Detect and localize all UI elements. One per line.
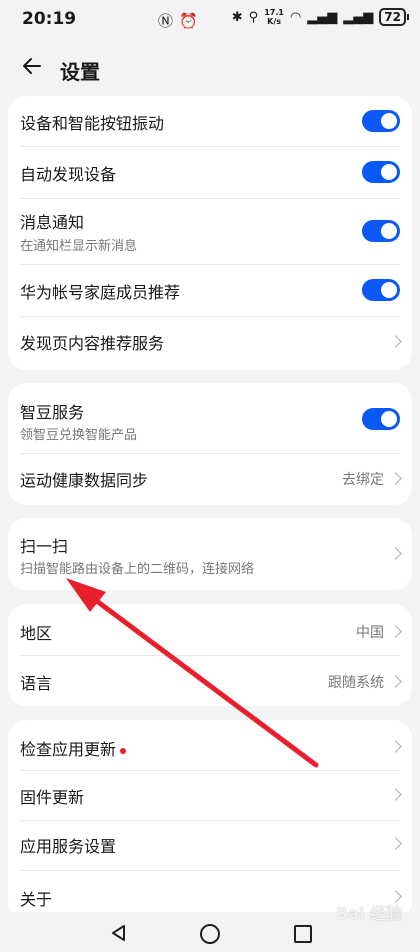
nav-back-icon[interactable] (110, 924, 128, 942)
annotation-arrow (66, 578, 319, 768)
nav-recent-icon[interactable] (294, 925, 312, 943)
watermark-logo: Bai 经验 (335, 904, 402, 923)
nav-home-icon[interactable] (200, 924, 220, 944)
